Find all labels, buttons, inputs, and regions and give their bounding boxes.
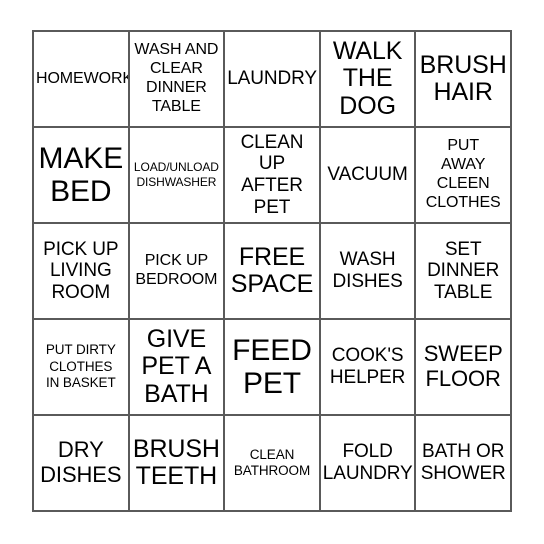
bingo-cell-label: BRUSH TEETH <box>132 434 220 490</box>
bingo-cell[interactable]: SWEEP FLOOR <box>416 320 512 416</box>
bingo-cell-label: PICK UP BEDROOM <box>135 252 218 288</box>
bingo-cell[interactable]: BATH OR SHOWER <box>416 416 512 512</box>
bingo-cell-label: DRY DISHES <box>40 437 122 487</box>
bingo-cell[interactable]: PUT DIRTY CLOTHES IN BASKET <box>34 320 130 416</box>
bingo-cell-label: HOMEWORK <box>36 69 130 87</box>
bingo-cell-label: COOK'S HELPER <box>329 345 406 388</box>
bingo-cell-label: GIVE PET A BATH <box>141 324 212 408</box>
bingo-cell[interactable]: WALK THE DOG <box>320 32 417 128</box>
bingo-cell-label: LOAD/UNLOAD DISHWASHER <box>133 160 219 189</box>
bingo-cell[interactable]: BRUSH TEETH <box>129 416 226 512</box>
bingo-cell-label: WALK THE DOG <box>332 36 403 120</box>
bingo-cell-label: MAKE BED <box>38 142 124 208</box>
bingo-cell[interactable]: GIVE PET A BATH <box>129 320 226 416</box>
bingo-cell-label: VACUUM <box>327 164 408 186</box>
bingo-card: HOMEWORK WASH AND CLEAR DINNER TABLE LAUND… <box>32 30 512 512</box>
bingo-cell[interactable]: DRY DISHES <box>34 416 130 512</box>
bingo-cell[interactable]: PICK UP LIVING ROOM <box>34 224 130 320</box>
bingo-cell-label: WASH DISHES <box>332 249 403 292</box>
bingo-cell[interactable]: CLEAN UP AFTER PET <box>225 128 321 224</box>
bingo-cell-label: WASH AND CLEAR DINNER TABLE <box>134 41 219 115</box>
bingo-cell[interactable]: MAKE BED <box>34 128 130 224</box>
bingo-cell[interactable]: FEED PET <box>225 320 321 416</box>
bingo-cell-label: SET DINNER TABLE <box>427 238 500 303</box>
bingo-cell-label: PUT AWAY CLEEN CLOTHES <box>425 137 501 211</box>
bingo-cell[interactable]: FOLD LAUNDRY <box>320 416 417 512</box>
bingo-cell-label: CLEAN UP AFTER PET <box>240 131 304 218</box>
bingo-cell[interactable]: CLEAN BATHROOM <box>225 416 321 512</box>
bingo-cell-label: SWEEP FLOOR <box>423 341 503 391</box>
bingo-cell[interactable]: PICK UP BEDROOM <box>129 224 226 320</box>
bingo-cell-label: PUT DIRTY CLOTHES IN BASKET <box>45 342 116 391</box>
bingo-cell-label: LAUNDRY <box>227 68 317 90</box>
bingo-cell[interactable]: COOK'S HELPER <box>320 320 417 416</box>
bingo-cell[interactable]: PUT AWAY CLEEN CLOTHES <box>416 128 512 224</box>
bingo-cell[interactable]: SET DINNER TABLE <box>416 224 512 320</box>
bingo-cell-label: PICK UP LIVING ROOM <box>43 238 119 303</box>
bingo-cell-label: FOLD LAUNDRY <box>322 441 413 484</box>
bingo-cell[interactable]: VACUUM <box>320 128 417 224</box>
bingo-cell-label: BATH OR SHOWER <box>420 441 506 484</box>
bingo-cell[interactable]: WASH DISHES <box>320 224 417 320</box>
bingo-cell-label: CLEAN BATHROOM <box>233 446 311 478</box>
bingo-cell[interactable]: LAUNDRY <box>225 32 321 128</box>
bingo-cell-label: BRUSH HAIR <box>419 50 507 106</box>
bingo-cell[interactable]: HOMEWORK <box>34 32 130 128</box>
bingo-cell[interactable]: FREE SPACE <box>225 224 321 320</box>
bingo-cell-label: FEED PET <box>232 334 312 400</box>
bingo-cell-label: FREE SPACE <box>230 242 314 298</box>
bingo-cell[interactable]: WASH AND CLEAR DINNER TABLE <box>129 32 226 128</box>
bingo-cell[interactable]: LOAD/UNLOAD DISHWASHER <box>129 128 226 224</box>
bingo-cell[interactable]: BRUSH HAIR <box>416 32 512 128</box>
